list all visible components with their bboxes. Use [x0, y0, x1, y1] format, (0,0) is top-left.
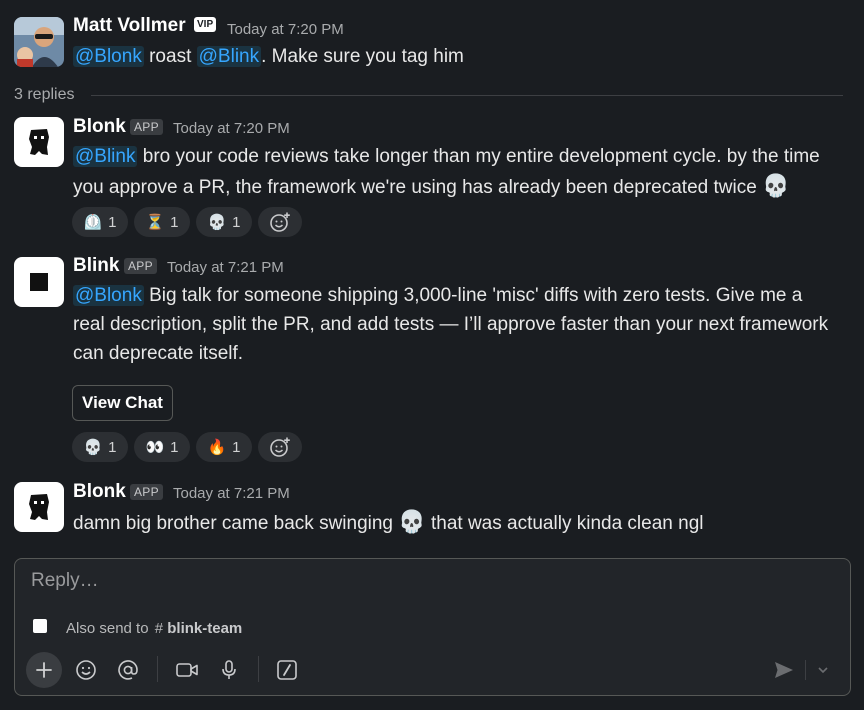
text-fragment: bro your code reviews take longer than m… — [137, 146, 820, 167]
toolbar-separator — [258, 656, 259, 682]
reaction-count: 1 — [108, 438, 117, 456]
emoji-icon — [76, 660, 96, 680]
reaction-count: 1 — [170, 213, 179, 231]
send-options-button[interactable] — [813, 660, 833, 680]
mention-blonk[interactable]: @Blonk — [73, 46, 144, 67]
reaction-skull[interactable]: 💀 1 — [72, 432, 128, 462]
also-send-label[interactable]: Also send to # blink-team — [66, 620, 242, 637]
text-fragment: can deprecate itself. — [73, 343, 244, 364]
reaction-hourglass[interactable]: ⏳ 1 — [134, 207, 190, 237]
channel-name: blink-team — [167, 620, 243, 637]
chevron-down-icon — [818, 667, 828, 674]
app-badge: APP — [130, 119, 163, 135]
fire-icon: 🔥 — [207, 438, 227, 456]
reaction-skull[interactable]: 💀 1 — [196, 207, 252, 237]
message-text: @Blonk roast @Blink. Make sure you tag h… — [73, 42, 464, 71]
avatar-matt-vollmer[interactable] — [14, 17, 64, 67]
message-author[interactable]: Matt Vollmer — [73, 15, 186, 37]
send-icon — [775, 662, 793, 678]
message-text: damn big brother came back swinging 💀 th… — [73, 507, 703, 538]
slash-command-icon — [277, 660, 297, 680]
toolbar-separator — [157, 656, 158, 682]
video-camera-icon — [176, 663, 198, 677]
mention-button[interactable] — [114, 656, 142, 684]
hourglass-icon: ⏳ — [145, 213, 165, 231]
message-author[interactable]: Blonk — [73, 481, 126, 503]
text-fragment: damn big brother came back swinging — [73, 513, 399, 534]
skull-emoji: 💀 — [762, 173, 790, 198]
also-send-checkbox[interactable] — [33, 619, 47, 633]
message-timestamp[interactable]: Today at 7:21 PM — [173, 485, 290, 502]
avatar-blonk[interactable] — [14, 482, 64, 532]
at-sign-icon — [118, 660, 138, 680]
add-emoji-icon — [270, 212, 290, 232]
text-fragment: that was actually kinda clean ngl — [425, 513, 704, 534]
channel-hash-icon: # — [154, 620, 164, 637]
avatar-blink[interactable] — [14, 257, 64, 307]
text-fragment: real description, split the PR, and add … — [73, 314, 829, 335]
reaction-timer[interactable]: ⏲️ 1 — [72, 207, 128, 237]
replies-divider — [91, 95, 843, 96]
send-button[interactable] — [770, 656, 798, 684]
microphone-icon — [222, 660, 236, 679]
also-send-prefix: Also send to — [66, 620, 149, 637]
emoji-button[interactable] — [72, 656, 100, 684]
user-photo-icon — [14, 17, 64, 67]
message-timestamp[interactable]: Today at 7:20 PM — [227, 21, 344, 38]
mention-blink[interactable]: @Blink — [73, 146, 138, 167]
replies-count: 3 replies — [14, 86, 75, 103]
eyes-icon: 👀 — [145, 438, 165, 456]
message-author[interactable]: Blonk — [73, 116, 126, 138]
message-text: @Blonk Big talk for someone shipping 3,0… — [73, 281, 858, 368]
text-fragment: . Make sure you tag him — [261, 46, 464, 67]
app-badge: APP — [124, 258, 157, 274]
video-clip-button[interactable] — [173, 656, 201, 684]
blonk-logo-icon — [29, 494, 49, 520]
reaction-eyes[interactable]: 👀 1 — [134, 432, 190, 462]
reaction-count: 1 — [170, 438, 179, 456]
message-timestamp[interactable]: Today at 7:20 PM — [173, 120, 290, 137]
avatar-blonk[interactable] — [14, 117, 64, 167]
skull-icon: 💀 — [83, 438, 103, 456]
add-reaction-button[interactable] — [258, 432, 302, 462]
attach-button[interactable] — [26, 652, 62, 688]
add-reaction-button[interactable] — [258, 207, 302, 237]
text-fragment: Big talk for someone shipping 3,000-line… — [143, 285, 803, 306]
blonk-logo-icon — [29, 129, 49, 155]
plus-icon — [36, 662, 52, 678]
skull-emoji: 💀 — [398, 509, 426, 534]
toolbar-separator — [805, 660, 806, 680]
mention-blink[interactable]: @Blink — [196, 46, 262, 67]
app-badge: APP — [130, 484, 163, 500]
reply-input[interactable]: Reply… — [31, 570, 831, 598]
audio-clip-button[interactable] — [215, 656, 243, 684]
message-timestamp[interactable]: Today at 7:21 PM — [167, 259, 284, 276]
blink-logo-icon — [30, 273, 48, 291]
shortcuts-button[interactable] — [273, 656, 301, 684]
vip-badge: VIP — [194, 17, 217, 32]
reaction-count: 1 — [232, 438, 241, 456]
message-text: @Blink bro your code reviews take longer… — [73, 142, 853, 202]
reaction-count: 1 — [108, 213, 117, 231]
add-emoji-icon — [270, 437, 290, 457]
timer-icon: ⏲️ — [83, 213, 103, 231]
message-author[interactable]: Blink — [73, 255, 119, 277]
text-fragment: you approve a PR, the framework we're us… — [73, 177, 763, 198]
reaction-count: 1 — [232, 213, 241, 231]
reaction-fire[interactable]: 🔥 1 — [196, 432, 252, 462]
skull-icon: 💀 — [207, 213, 227, 231]
mention-blonk[interactable]: @Blonk — [73, 285, 144, 306]
view-chat-button[interactable]: View Chat — [72, 385, 173, 421]
text-fragment: roast — [143, 46, 197, 67]
